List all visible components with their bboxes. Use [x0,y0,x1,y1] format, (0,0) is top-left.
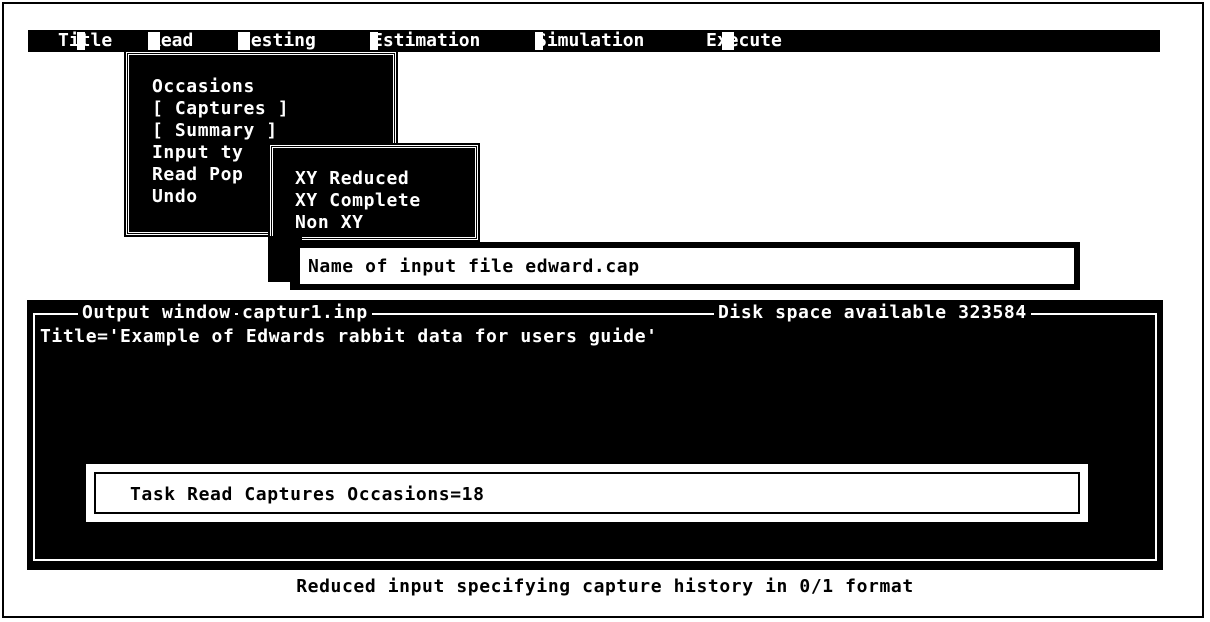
read-menu-read-pop[interactable]: Read Pop [152,164,244,186]
submenu-xy-reduced[interactable]: XY Reduced [295,168,409,190]
submenu-xy-complete[interactable]: XY Complete [295,190,421,212]
hotkey-mark [722,32,734,50]
screen: { "menubar": { "items": [ {"label": "Tit… [0,0,1210,622]
menu-simulation[interactable]: Simulation [536,30,644,52]
submenu-non-xy[interactable]: Non XY [295,212,364,234]
read-menu-occasions[interactable]: Occasions [152,76,255,98]
menu-title[interactable]: Title [58,30,112,52]
task-text: Task Read Captures Occasions=18 [130,484,485,505]
menu-testing[interactable]: Testing [240,30,316,52]
hotkey-mark [370,32,378,50]
menu-estimation[interactable]: Estimation [372,30,480,52]
read-menu-captures[interactable]: [ Captures ] [152,98,289,120]
task-dialog: Task Read Captures Occasions=18 [84,462,1090,524]
output-window-filename: captur1.inp [238,302,372,324]
file-prompt-text[interactable]: Name of input file edward.cap [308,256,640,278]
read-menu-input-type[interactable]: Input ty [152,142,244,164]
menu-bar: Title Read Testing Estimation Simulation… [28,30,1160,52]
file-prompt-dialog: Name of input file edward.cap [298,246,1076,286]
read-menu-summary[interactable]: [ Summary ] [152,120,278,142]
status-bar: Reduced input specifying capture history… [296,576,914,597]
output-line-1: Title='Example of Edwards rabbit data fo… [40,326,658,347]
hotkey-mark [238,32,250,50]
hotkey-mark [77,32,85,50]
hotkey-mark [148,32,160,50]
hotkey-mark [535,32,543,50]
disk-space-label: Disk space available 323584 [714,302,1031,324]
menu-execute[interactable]: Execute [706,30,782,52]
output-window-label: Output window [78,302,235,324]
read-menu-undo[interactable]: Undo [152,186,198,208]
